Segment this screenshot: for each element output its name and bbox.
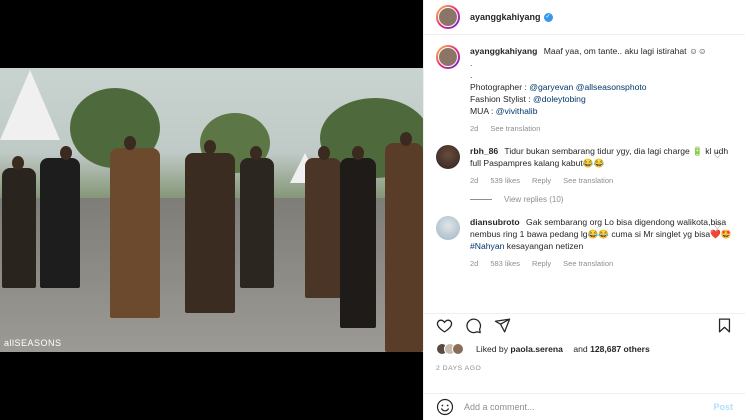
post-photo[interactable]: allSEASONS: [0, 68, 423, 352]
head-shape: [250, 146, 262, 160]
comment-likes[interactable]: 583 likes: [490, 258, 520, 270]
head-shape: [204, 140, 216, 154]
comments-list[interactable]: ayanggkahiyang Maaf yaa, om tante.. aku …: [424, 35, 745, 307]
photographer-link[interactable]: @garyevan: [529, 82, 573, 92]
liker-avatar: [452, 343, 464, 355]
comment-time[interactable]: 2d: [470, 175, 478, 187]
post-side-panel: ayanggkahiyang ✓ ayanggkahiyang Maaf yaa…: [423, 0, 745, 420]
comment-username[interactable]: diansubroto: [470, 217, 520, 227]
tent-shape: [0, 70, 60, 140]
author-avatar[interactable]: [436, 5, 460, 29]
person-shape: [305, 158, 341, 298]
head-shape: [124, 136, 136, 150]
caption-dot: .: [470, 70, 473, 80]
view-replies-label: View replies (10): [504, 195, 564, 204]
photographer-label: Photographer :: [470, 82, 530, 92]
person-shape: [2, 168, 36, 288]
post-comment-button[interactable]: Post: [713, 402, 733, 412]
add-comment-input[interactable]: [464, 402, 714, 412]
comment-icon[interactable]: [465, 317, 482, 334]
caption-avatar[interactable]: [436, 45, 460, 69]
comment-item: diansubroto Gak sembarang org Lo bisa di…: [436, 216, 733, 270]
person-shape: [40, 158, 80, 288]
head-shape: [318, 146, 330, 160]
likes-count[interactable]: 128,687 others: [590, 344, 650, 354]
comment-text: Tidur bukan sembarang tidur ygy, dia lag…: [470, 146, 729, 168]
see-translation-link[interactable]: See translation: [490, 123, 540, 135]
view-replies-button[interactable]: View replies (10): [470, 195, 733, 204]
share-icon[interactable]: [494, 317, 511, 334]
likes-prefix: Liked by: [476, 344, 511, 354]
post-date[interactable]: 2 DAYS AGO: [436, 365, 481, 372]
see-translation-link[interactable]: See translation: [563, 258, 613, 270]
person-shape: [340, 158, 376, 328]
caption: ayanggkahiyang Maaf yaa, om tante.. aku …: [436, 45, 733, 135]
head-shape: [352, 146, 364, 160]
likes-and: and: [570, 344, 591, 354]
person-shape: [185, 153, 235, 313]
mua-label: MUA :: [470, 106, 496, 116]
post-header: ayanggkahiyang ✓: [424, 0, 745, 35]
comment-username[interactable]: rbh_86: [470, 146, 498, 156]
verified-icon: ✓: [543, 12, 553, 22]
likes-summary[interactable]: Liked by paola.serena and 128,687 others: [436, 343, 650, 355]
head-shape: [400, 132, 412, 146]
head-shape: [60, 146, 72, 160]
photo-watermark: allSEASONS: [4, 338, 62, 348]
person-shape: [110, 148, 160, 318]
caption-time[interactable]: 2d: [470, 123, 478, 135]
comment-text: kesayangan netizen: [504, 241, 584, 251]
comment-time[interactable]: 2d: [470, 258, 478, 270]
heart-icon[interactable]: [436, 317, 453, 334]
hashtag-link[interactable]: #Nahyan: [470, 241, 504, 251]
add-comment-bar: Post: [424, 393, 745, 420]
commenter-avatar[interactable]: [436, 145, 460, 169]
see-translation-link[interactable]: See translation: [563, 175, 613, 187]
head-shape: [12, 156, 24, 170]
post-media: allSEASONS: [0, 0, 423, 420]
comment-heart-icon[interactable]: ♡: [714, 222, 721, 231]
emoji-icon[interactable]: [436, 398, 454, 416]
caption-text: Maaf yaa, om tante.. aku lagi istirahat …: [543, 46, 707, 56]
divider: [470, 199, 492, 200]
comment-heart-icon[interactable]: ♡: [714, 151, 721, 160]
comment-likes[interactable]: 539 likes: [490, 175, 520, 187]
action-bar: [424, 313, 745, 337]
author-username[interactable]: ayanggkahiyang: [470, 12, 541, 22]
stylist-label: Fashion Stylist :: [470, 94, 534, 104]
reply-button[interactable]: Reply: [532, 258, 551, 270]
post-dialog: allSEASONS ayanggkahiyang ✓ ayanggkahiya…: [0, 0, 745, 420]
reply-button[interactable]: Reply: [532, 175, 551, 187]
liker-username[interactable]: paola.serena: [510, 344, 563, 354]
person-shape: [240, 158, 274, 288]
caption-dot: .: [470, 58, 473, 68]
mua-link[interactable]: @vivithalib: [496, 106, 538, 116]
person-shape: [385, 143, 423, 352]
commenter-avatar[interactable]: [436, 216, 460, 240]
caption-username[interactable]: ayanggkahiyang: [470, 46, 537, 56]
comment-item: rbh_86 Tidur bukan sembarang tidur ygy, …: [436, 145, 733, 187]
bookmark-icon[interactable]: [716, 317, 733, 334]
stylist-link[interactable]: @doleytobing: [533, 94, 586, 104]
photographer-link[interactable]: @allseasonsphoto: [576, 82, 647, 92]
